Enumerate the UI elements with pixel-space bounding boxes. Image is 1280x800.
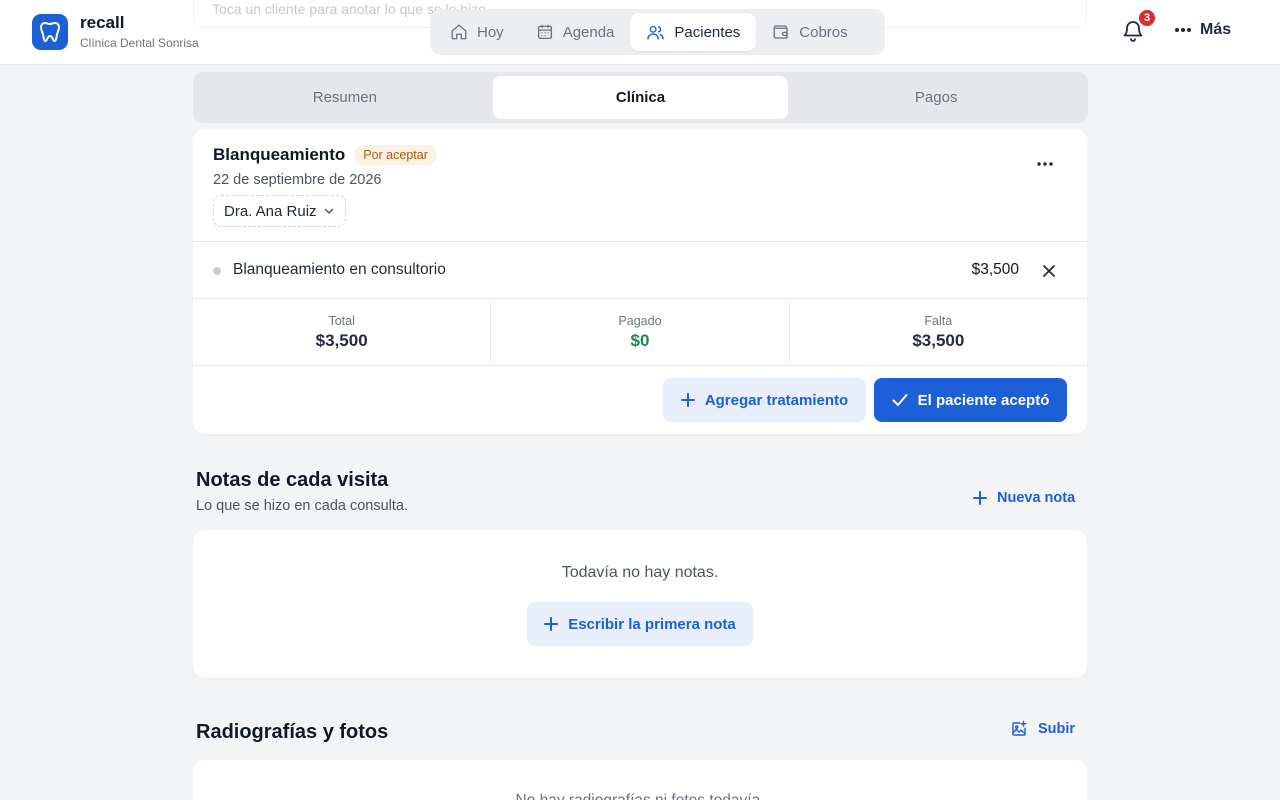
add-treatment-button[interactable]: Agregar tratamiento [663, 378, 866, 422]
due-cell: Falta $3,500 [788, 299, 1087, 365]
doctor-name: Dra. Ana Ruiz [224, 202, 317, 220]
due-value: $3,500 [912, 330, 965, 350]
paid-cell: Pagado $0 [490, 299, 788, 365]
doctor-select[interactable]: Dra. Ana Ruiz [213, 195, 346, 227]
nav-label: Pacientes [674, 23, 741, 41]
nav-label: Agenda [562, 23, 615, 41]
notes-empty-message: Todavía no hay notas. [561, 564, 719, 581]
chevron-down-icon [324, 208, 333, 214]
nav-label: Hoy [477, 23, 504, 41]
notes-section-subtitle: Lo que se hizo en cada consulta. [196, 498, 409, 514]
add-treatment-label: Agregar tratamiento [704, 391, 849, 409]
notes-section-title: Notas de cada visita [196, 469, 389, 491]
total-value: $3,500 [315, 330, 368, 350]
clinic-name: Clínica Dental Sonrisa [80, 36, 199, 50]
plus-icon [973, 491, 987, 505]
nav-item-agenda[interactable]: Agenda [520, 13, 631, 51]
tab-clinica[interactable]: Clínica [492, 76, 789, 119]
notes-card: Todavía no hay notas. Escribir la primer… [193, 530, 1087, 678]
line-item-name: Blanqueamiento en consultorio [233, 261, 446, 278]
remove-item-close-icon[interactable] [1042, 264, 1056, 278]
users-icon [647, 25, 665, 40]
line-item-price: $3,500 [971, 261, 1019, 278]
wallet-icon [773, 25, 788, 39]
patient-accepted-button[interactable]: El paciente aceptó [874, 378, 1067, 422]
new-note-label: Nueva nota [997, 490, 1076, 506]
brand[interactable]: recall Clínica Dental Sonrisa [32, 14, 199, 50]
more-dots-icon [1175, 28, 1191, 32]
patient-tabs: Resumen Clínica Pagos [193, 72, 1088, 123]
photos-empty-message: No hay radiografías ni fotos todavía. [193, 792, 1087, 800]
status-badge: Por aceptar [354, 145, 437, 165]
write-first-note-button[interactable]: Escribir la primera nota [527, 602, 753, 646]
more-menu-button[interactable]: Más [1174, 21, 1231, 39]
treatment-options-icon[interactable] [1035, 156, 1055, 172]
nav-label: Cobros [799, 23, 848, 41]
notification-count-badge: 3 [1137, 8, 1157, 28]
plus-icon [680, 393, 695, 407]
brand-name: recall [80, 13, 125, 32]
tooth-logo-icon [32, 14, 68, 50]
tab-pagos[interactable]: Pagos [788, 76, 1084, 119]
total-label: Total [328, 313, 355, 328]
nav-item-cobros[interactable]: Cobros [756, 13, 863, 51]
bullet-icon [213, 267, 221, 275]
treatment-card: Blanqueamiento Por aceptar 22 de septiem… [193, 129, 1087, 434]
due-label: Falta [924, 313, 953, 328]
totals-summary: Total $3,500 Pagado $0 Falta $3,500 [193, 299, 1087, 365]
photos-card: No hay radiografías ni fotos todavía. [193, 760, 1087, 800]
plus-icon [544, 617, 559, 631]
patient-accepted-label: El paciente aceptó [917, 391, 1050, 409]
nav-item-pacientes[interactable]: Pacientes [630, 13, 757, 51]
nav-item-hoy[interactable]: Hoy [434, 13, 520, 51]
write-first-note-label: Escribir la primera nota [568, 615, 736, 633]
check-icon [892, 394, 908, 406]
divider [193, 365, 1087, 366]
treatment-date: 22 de septiembre de 2026 [213, 172, 382, 188]
treatment-line-item: Blanqueamiento en consultorio $3,500 [193, 242, 1087, 299]
paid-label: Pagado [618, 313, 662, 328]
new-note-button[interactable]: Nueva nota [973, 490, 1075, 506]
top-bar: Toca un cliente para anotar lo que se le… [0, 0, 1280, 65]
image-upload-icon [1012, 720, 1027, 736]
paid-value: $0 [630, 330, 650, 350]
home-icon [451, 24, 467, 40]
upload-button[interactable]: Subir [1010, 720, 1075, 738]
tab-resumen[interactable]: Resumen [197, 76, 493, 119]
total-cell: Total $3,500 [193, 299, 490, 365]
main-nav: Hoy Agenda Pacientes Cobros [430, 9, 885, 55]
calendar-icon [537, 24, 552, 40]
treatment-title: Blanqueamiento [213, 145, 346, 164]
upload-label: Subir [1038, 721, 1076, 737]
more-label: Más [1200, 21, 1232, 38]
photos-section-title: Radiografías y fotos [196, 721, 389, 743]
treatment-header: Blanqueamiento Por aceptar 22 de septiem… [213, 145, 437, 227]
